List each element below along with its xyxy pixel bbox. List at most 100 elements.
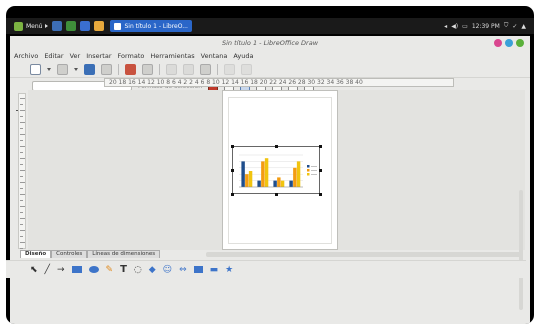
shield-icon[interactable]: ⛉ [504, 22, 509, 30]
cut-icon[interactable] [166, 63, 177, 75]
taskbar-item-draw[interactable]: Sin título 1 - LibreO... [110, 20, 192, 32]
paste-icon[interactable] [200, 63, 211, 75]
legend-swatch [307, 165, 310, 168]
minimize-button[interactable] [494, 39, 502, 47]
ruler-tick [20, 104, 23, 105]
ruler-tick [20, 152, 23, 153]
window-title: Sin título 1 - LibreOffice Draw [221, 39, 319, 47]
chart-bar [261, 161, 265, 187]
symbol-shapes-icon[interactable]: ☺ [163, 265, 172, 275]
print-icon[interactable] [142, 63, 153, 75]
chart-object[interactable] [232, 146, 320, 194]
freeform-icon[interactable]: ✎ [106, 265, 114, 275]
selection-handle[interactable] [319, 169, 322, 172]
ruler-tick [20, 146, 25, 147]
battery-icon[interactable]: ▭ [462, 23, 468, 30]
chart-bar [277, 177, 281, 187]
drawing-canvas[interactable] [28, 90, 525, 310]
ruler-tick [20, 98, 25, 99]
ruler-tick [20, 242, 25, 243]
screen-frame: Menú Sin título 1 - LibreO... ◂ ◀) ▭ 12:… [6, 6, 534, 324]
redo-icon[interactable] [241, 63, 252, 75]
show-desktop-icon[interactable] [52, 21, 63, 31]
rectangle-icon[interactable] [71, 266, 82, 273]
text-icon[interactable]: T [120, 264, 127, 275]
horizontal-ruler[interactable]: 20 18 16 14 12 10 8 6 4 2 2 4 6 8 10 12 … [104, 78, 454, 87]
ruler-tick [20, 188, 23, 189]
page[interactable] [222, 90, 338, 250]
chart-bar [289, 180, 293, 187]
tab-diseno[interactable]: Diseño [20, 250, 52, 258]
menu-herramientas[interactable]: Herramientas [150, 52, 194, 60]
draw-app-icon [114, 22, 122, 30]
menu-insertar[interactable]: Insertar [86, 52, 111, 60]
folder-icon[interactable] [94, 21, 105, 31]
horizontal-scrollbar[interactable] [206, 252, 521, 257]
line-icon[interactable]: ╱ [45, 265, 50, 275]
chart-bar [257, 180, 261, 187]
maximize-button[interactable] [505, 39, 513, 47]
menu-ventana[interactable]: Ventana [201, 52, 228, 60]
callout-icon[interactable]: ◌ [134, 265, 142, 275]
basic-shapes-icon[interactable]: ◆ [149, 265, 156, 275]
export-pdf-icon[interactable] [125, 63, 136, 75]
ruler-tick [20, 140, 23, 141]
selection-handle[interactable] [231, 145, 234, 148]
toolbar-separator [217, 63, 218, 75]
volume-icon[interactable]: ◀) [451, 23, 458, 30]
copy-icon[interactable] [183, 63, 194, 75]
terminal-icon[interactable] [66, 21, 77, 31]
tab-lineas-dimensiones[interactable]: Líneas de dimensiones [87, 250, 161, 258]
flowchart-icon[interactable] [193, 266, 203, 273]
stars-icon[interactable]: ★ [225, 265, 233, 275]
ruler-tick [20, 116, 23, 117]
email-icon[interactable] [101, 63, 112, 75]
save-icon[interactable] [84, 63, 95, 75]
clock[interactable]: 12:39 PM [472, 23, 500, 30]
ruler-tick [20, 182, 25, 183]
user-icon[interactable]: ▲ [521, 23, 526, 30]
arrow-line-icon[interactable]: → [57, 265, 65, 275]
chart-bar [241, 161, 245, 187]
browser-icon[interactable] [80, 21, 91, 31]
selection-handle[interactable] [319, 193, 322, 196]
close-button[interactable] [516, 39, 524, 47]
selection-handle[interactable] [275, 145, 278, 148]
selection-handle[interactable] [275, 193, 278, 196]
block-arrows-icon[interactable]: ⇔ [179, 265, 187, 275]
menu-ayuda[interactable]: Ayuda [233, 52, 253, 60]
chart-bar [293, 167, 297, 187]
new-document-icon[interactable] [30, 63, 41, 75]
ruler-tick [20, 164, 23, 165]
ellipse-icon[interactable] [88, 266, 99, 273]
ruler-tick [20, 200, 23, 201]
tab-controles[interactable]: Controles [51, 250, 88, 258]
mint-logo-icon [14, 21, 23, 31]
new-dropdown-icon[interactable] [47, 67, 51, 71]
select-icon[interactable]: ⬉ [30, 265, 38, 275]
menu-editar[interactable]: Editar [44, 52, 63, 60]
drawing-toolbar: ⬉ ╱ → ✎ T ◌ ◆ ☺ ⇔ ▬ ★ [6, 260, 526, 278]
update-icon[interactable]: ✓ [512, 23, 517, 30]
open-dropdown-icon[interactable] [74, 67, 78, 71]
callouts-icon[interactable]: ▬ [210, 265, 219, 275]
ruler-tick [20, 110, 25, 111]
network-icon[interactable]: ◂ [444, 23, 447, 30]
undo-icon[interactable] [224, 63, 235, 75]
menu-button[interactable]: Menú [14, 21, 43, 31]
vertical-scrollbar[interactable] [519, 190, 523, 310]
open-icon[interactable] [57, 63, 68, 75]
menu-label: Menú [26, 22, 43, 30]
legend-swatch [307, 169, 310, 172]
toolbar-separator [159, 63, 160, 75]
menu-formato[interactable]: Formato [118, 52, 145, 60]
standard-toolbar [10, 61, 530, 78]
menu-archivo[interactable]: Archivo [14, 52, 38, 60]
bar-chart [239, 154, 317, 188]
ruler-tick [20, 236, 23, 237]
selection-handle[interactable] [231, 193, 234, 196]
selection-handle[interactable] [319, 145, 322, 148]
vertical-ruler[interactable] [18, 93, 26, 249]
selection-handle[interactable] [231, 169, 234, 172]
menu-ver[interactable]: Ver [70, 52, 81, 60]
